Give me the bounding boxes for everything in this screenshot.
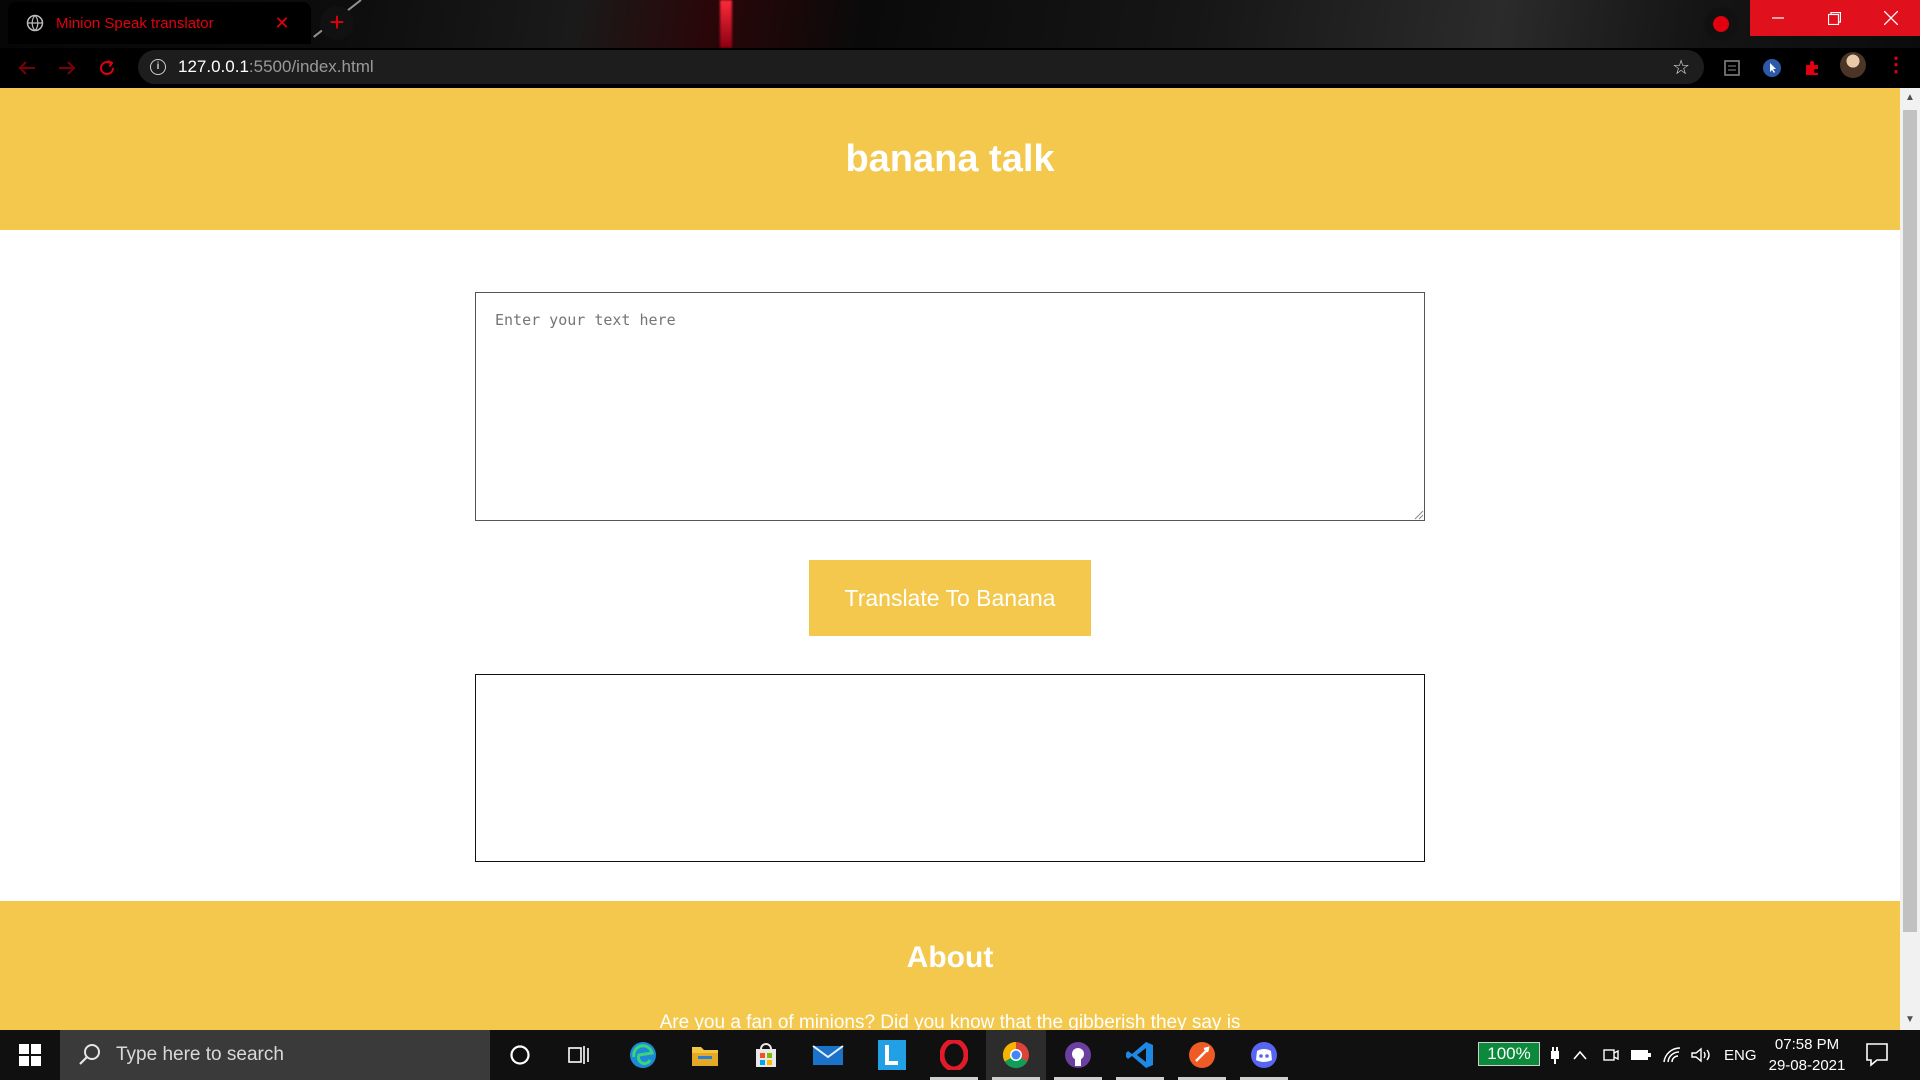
new-tab-button[interactable]: + bbox=[320, 6, 354, 40]
discord-icon bbox=[1251, 1042, 1277, 1068]
taskbar-edge[interactable] bbox=[613, 1030, 673, 1080]
github-icon bbox=[1065, 1042, 1091, 1068]
wifi-icon[interactable] bbox=[1662, 1030, 1682, 1080]
address-bar[interactable]: i 127.0.0.1:5500/index.html ☆ bbox=[138, 50, 1704, 84]
bookmark-star-icon[interactable]: ☆ bbox=[1672, 55, 1690, 80]
restore-button[interactable] bbox=[1806, 0, 1862, 36]
reload-icon bbox=[100, 60, 114, 75]
minimize-icon bbox=[1772, 17, 1784, 19]
taskbar-chrome[interactable] bbox=[986, 1030, 1046, 1080]
reload-button[interactable] bbox=[92, 53, 122, 83]
scroll-thumb[interactable] bbox=[1903, 110, 1917, 932]
volume-icon[interactable] bbox=[1690, 1030, 1712, 1080]
about-title: About bbox=[906, 941, 994, 974]
about-section: About Are you a fan of minions? Did you … bbox=[0, 901, 1900, 1030]
taskbar-postman[interactable] bbox=[1172, 1030, 1232, 1080]
output-box bbox=[475, 674, 1425, 862]
back-button[interactable] bbox=[12, 53, 42, 83]
reading-list-icon[interactable] bbox=[1720, 56, 1744, 80]
tab-title: Minion Speak translator bbox=[56, 14, 214, 32]
folder-icon bbox=[692, 1047, 718, 1066]
browser-toolbar: i 127.0.0.1:5500/index.html ☆ bbox=[0, 48, 1920, 88]
url-host: 127.0.0.1 bbox=[178, 57, 249, 76]
power-plug-icon[interactable] bbox=[1548, 1030, 1562, 1080]
taskbar-mail[interactable] bbox=[798, 1030, 858, 1080]
battery-icon[interactable] bbox=[1630, 1030, 1652, 1080]
scroll-down-icon[interactable]: ▼ bbox=[1900, 1010, 1920, 1030]
windows-logo-icon bbox=[19, 1044, 41, 1066]
mail-icon bbox=[812, 1045, 844, 1065]
about-text: Are you a fan of minions? Did you know t… bbox=[659, 1012, 1241, 1030]
taskbar-file-explorer[interactable] bbox=[675, 1030, 735, 1080]
forward-button[interactable] bbox=[52, 53, 82, 83]
language-indicator[interactable]: ENG bbox=[1724, 1030, 1757, 1080]
media-control-button[interactable] bbox=[1704, 7, 1738, 41]
chrome-icon bbox=[1002, 1041, 1029, 1069]
taskbar-search[interactable]: Type here to search bbox=[60, 1030, 490, 1080]
browser-titlebar: Minion Speak translator ✕ + bbox=[0, 0, 1920, 48]
site-info-icon[interactable]: i bbox=[150, 59, 166, 75]
wallpaper-streak bbox=[720, 0, 732, 48]
start-button[interactable] bbox=[0, 1030, 60, 1080]
page-title: banana talk bbox=[845, 137, 1055, 180]
browser-tab[interactable]: Minion Speak translator ✕ bbox=[8, 2, 311, 44]
task-view-icon bbox=[568, 1046, 589, 1064]
taskbar-vscode[interactable] bbox=[1110, 1030, 1170, 1080]
minimize-button[interactable] bbox=[1750, 0, 1806, 36]
show-hidden-icons-icon[interactable] bbox=[1572, 1030, 1588, 1080]
text-input[interactable] bbox=[475, 292, 1425, 521]
taskbar-store[interactable] bbox=[736, 1030, 796, 1080]
back-arrow-icon bbox=[18, 61, 35, 75]
restore-icon bbox=[1827, 11, 1841, 25]
taskbar-opera[interactable] bbox=[924, 1030, 984, 1080]
edge-icon bbox=[630, 1042, 656, 1068]
translate-button[interactable]: Translate To Banana bbox=[809, 560, 1091, 636]
forward-arrow-icon bbox=[59, 61, 76, 75]
resize-handle-icon[interactable] bbox=[1412, 508, 1424, 520]
clock-date: 29-08-2021 bbox=[1768, 1057, 1846, 1074]
page-viewport: banana talk Translate To Banana About Ar… bbox=[0, 88, 1900, 1030]
meet-now-icon[interactable] bbox=[1602, 1030, 1620, 1080]
scroll-up-icon[interactable]: ▲ bbox=[1900, 88, 1920, 108]
extensions-puzzle-icon[interactable] bbox=[1800, 56, 1824, 80]
opera-icon bbox=[940, 1040, 968, 1070]
globe-icon bbox=[26, 14, 44, 32]
vscode-icon bbox=[1126, 1042, 1153, 1068]
postman-icon bbox=[1189, 1042, 1215, 1068]
browser-menu-icon[interactable]: ⋮ bbox=[1886, 52, 1906, 77]
taskbar-github[interactable] bbox=[1048, 1030, 1108, 1080]
taskbar-clock[interactable]: 07:58 PM 29-08-2021 bbox=[1762, 1034, 1852, 1076]
close-window-button[interactable] bbox=[1862, 0, 1920, 36]
close-icon bbox=[1884, 11, 1898, 25]
cursor-extension-icon[interactable] bbox=[1760, 56, 1784, 80]
windows-taskbar: Type here to search 100% ENG 07:58 PM 29… bbox=[0, 1030, 1920, 1080]
search-icon bbox=[79, 1044, 100, 1065]
task-view-button[interactable] bbox=[550, 1030, 610, 1080]
clock-time: 07:58 PM bbox=[1774, 1036, 1840, 1053]
cortana-icon bbox=[510, 1045, 530, 1065]
url-path: :5500/index.html bbox=[248, 57, 374, 76]
taskbar-discord[interactable] bbox=[1234, 1030, 1294, 1080]
notification-center-icon[interactable] bbox=[1864, 1041, 1890, 1067]
tab-close-icon[interactable]: ✕ bbox=[269, 13, 295, 34]
media-icon bbox=[1713, 16, 1729, 32]
cortana-button[interactable] bbox=[490, 1030, 550, 1080]
profile-avatar[interactable] bbox=[1840, 52, 1866, 78]
search-placeholder: Type here to search bbox=[116, 1044, 284, 1065]
l-app-icon bbox=[878, 1040, 906, 1070]
store-icon bbox=[756, 1043, 776, 1067]
battery-percentage[interactable]: 100% bbox=[1478, 1042, 1540, 1066]
page-header: banana talk bbox=[0, 88, 1900, 230]
taskbar-l-app[interactable] bbox=[862, 1030, 922, 1080]
